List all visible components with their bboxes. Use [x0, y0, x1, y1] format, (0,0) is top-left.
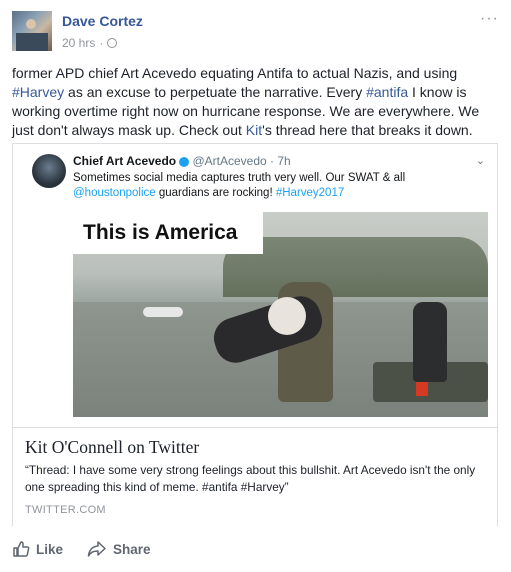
tweet-author: Chief Art Acevedo @ArtAcevedo · 7h — [73, 154, 291, 168]
share-label: Share — [113, 541, 151, 557]
tweet-avatar — [32, 154, 66, 188]
tweet-photo: This is America — [73, 212, 488, 417]
antifa-hashtag-link[interactable]: #antifa — [366, 84, 408, 100]
kit-profile-link[interactable]: Kit — [246, 122, 262, 138]
link-preview-card[interactable]: Chief Art Acevedo @ArtAcevedo · 7h ⌄ Som… — [12, 143, 498, 526]
link-title[interactable]: Kit O'Connell on Twitter — [25, 437, 199, 458]
like-label: Like — [36, 541, 64, 557]
chevron-down-icon: ⌄ — [475, 155, 485, 167]
photo-banner-text: This is America — [73, 212, 263, 254]
tweet-mention: @houstonpolice — [73, 187, 156, 199]
tweet-author-name: Chief Art Acevedo — [73, 154, 177, 168]
post-meta: 20 hrs · — [62, 36, 118, 50]
more-options-icon[interactable]: ··· — [480, 10, 499, 28]
thumbs-up-icon — [12, 540, 30, 558]
link-info[interactable]: Kit O'Connell on Twitter “Thread: I have… — [13, 427, 497, 526]
globe-icon[interactable] — [107, 38, 118, 48]
harvey-hashtag-link[interactable]: #Harvey — [12, 84, 64, 100]
post-text-part: 's thread here that breaks it down. — [262, 122, 473, 138]
share-arrow-icon — [87, 540, 107, 558]
tweet-text: Sometimes social media captures truth ve… — [73, 171, 473, 201]
share-button[interactable]: Share — [87, 540, 151, 558]
like-button[interactable]: Like — [12, 540, 63, 558]
post-text: former APD chief Art Acevedo equating An… — [12, 64, 502, 140]
link-source: TWITTER.COM — [25, 504, 106, 516]
facebook-post: Dave Cortez 20 hrs · ··· former APD chie… — [0, 0, 511, 572]
tweet-text-line: Sometimes social media captures truth ve… — [73, 172, 406, 184]
post-text-part: former APD chief Art Acevedo equating An… — [12, 65, 458, 81]
author-avatar[interactable] — [12, 11, 52, 51]
embedded-tweet-image[interactable]: Chief Art Acevedo @ArtAcevedo · 7h ⌄ Som… — [13, 144, 497, 427]
meta-separator: · — [99, 36, 104, 50]
post-timestamp[interactable]: 20 hrs — [62, 36, 95, 50]
tweet-handle: @ArtAcevedo · 7h — [192, 154, 291, 168]
link-description: “Thread: I have some very strong feeling… — [25, 463, 476, 494]
post-text-part: as an excuse to perpetuate the narrative… — [64, 84, 367, 100]
tweet-hashtag: #Harvey2017 — [275, 187, 345, 199]
verified-badge-icon — [179, 156, 190, 167]
post-actions: Like Share — [12, 540, 151, 558]
author-name[interactable]: Dave Cortez — [62, 13, 143, 29]
tweet-text-middle: guardians are rocking! — [155, 187, 276, 199]
